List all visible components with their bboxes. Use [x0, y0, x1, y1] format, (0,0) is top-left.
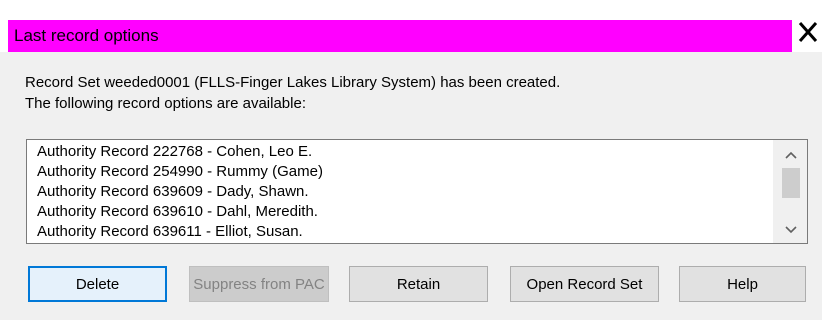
list-item[interactable]: Authority Record 254990 - Rummy (Game) — [37, 162, 767, 182]
suppress-from-pac-button: Suppress from PAC — [189, 266, 329, 302]
delete-button[interactable]: Delete — [28, 266, 167, 302]
chevron-up-icon — [785, 146, 797, 164]
record-list: Authority Record 222768 - Cohen, Leo E. … — [37, 142, 767, 243]
chevron-down-icon — [785, 221, 797, 239]
message-line-1: Record Set weeded0001 (FLLS-Finger Lakes… — [25, 74, 561, 91]
record-options-listbox[interactable]: Authority Record 222768 - Cohen, Leo E. … — [26, 139, 808, 244]
scroll-thumb[interactable] — [782, 168, 800, 198]
help-button[interactable]: Help — [679, 266, 806, 302]
retain-button[interactable]: Retain — [349, 266, 488, 302]
list-item[interactable]: Authority Record 639609 - Dady, Shawn. — [37, 182, 767, 202]
title-bar: Last record options — [0, 0, 822, 52]
last-record-options-dialog: Last record options Record Set weeded000… — [0, 0, 822, 320]
close-button[interactable] — [795, 16, 821, 48]
vertical-scrollbar[interactable] — [773, 140, 807, 243]
dialog-message: Record Set weeded0001 (FLLS-Finger Lakes… — [25, 72, 560, 114]
message-line-2: The following record options are availab… — [25, 95, 306, 112]
list-item[interactable]: Authority Record 639611 - Elliot, Susan. — [37, 222, 767, 242]
scroll-down-button[interactable] — [774, 219, 807, 241]
open-record-set-button[interactable]: Open Record Set — [510, 266, 659, 302]
close-icon — [798, 21, 818, 43]
list-item[interactable]: Authority Record 222768 - Cohen, Leo E. — [37, 142, 767, 162]
list-item[interactable]: Authority Record 639610 - Dahl, Meredith… — [37, 202, 767, 222]
scroll-up-button[interactable] — [774, 144, 807, 166]
dialog-title: Last record options — [14, 26, 159, 45]
